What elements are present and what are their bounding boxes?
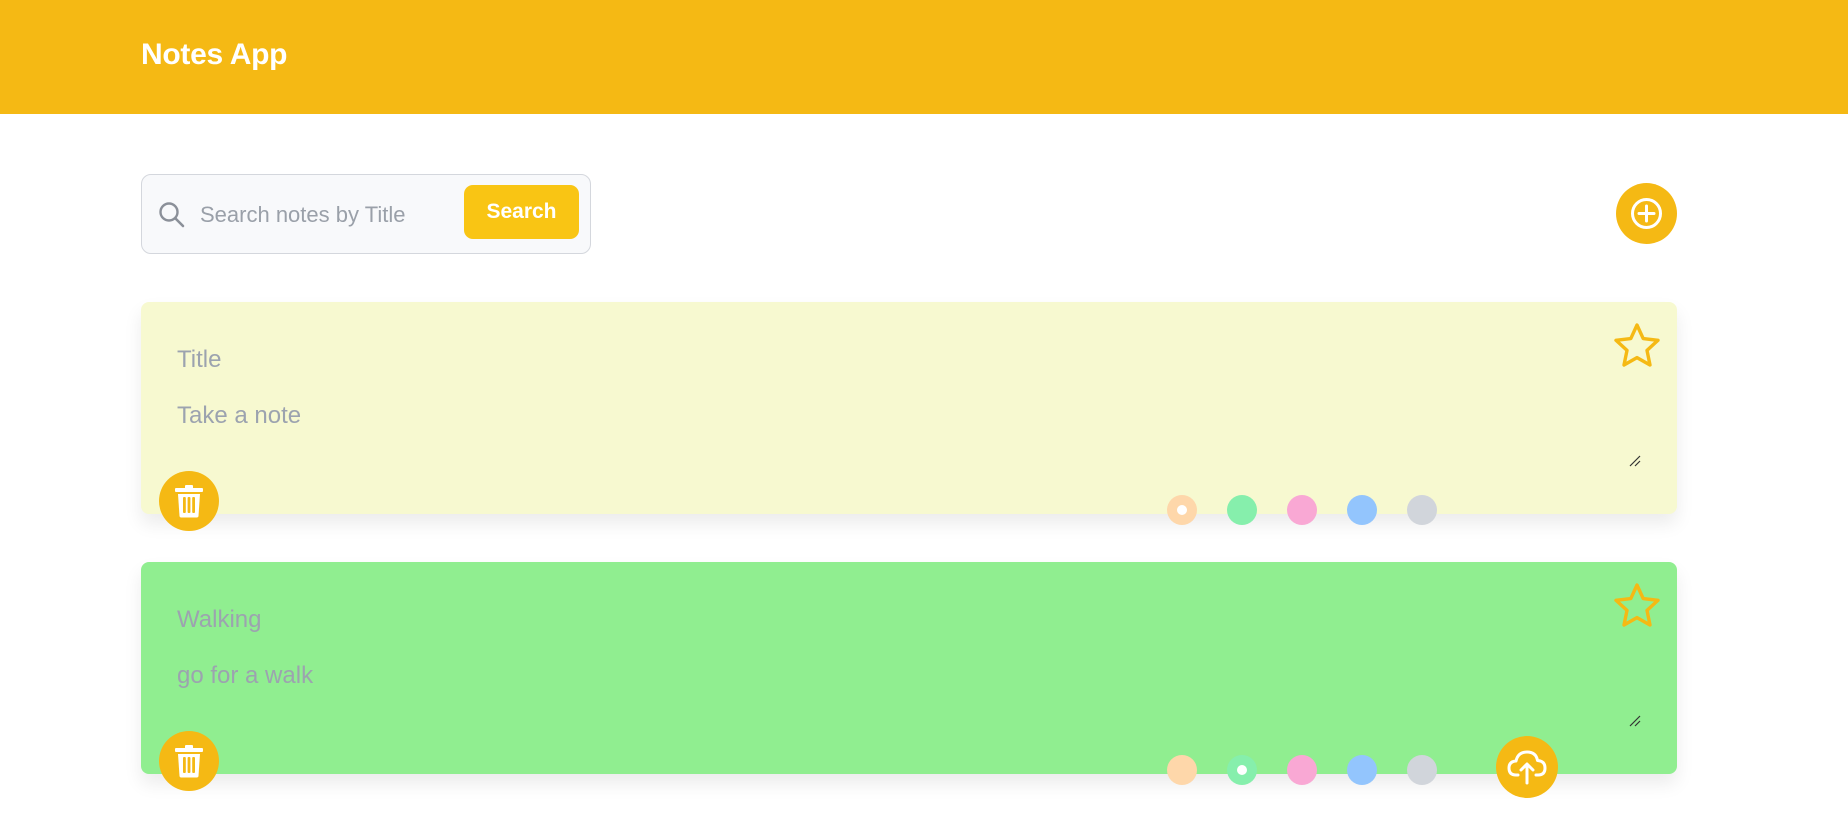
app-header: Notes App: [0, 0, 1848, 114]
selected-dot: [1237, 765, 1247, 775]
delete-note-button[interactable]: [159, 471, 219, 531]
color-swatch-pink[interactable]: [1287, 755, 1317, 785]
add-note-button[interactable]: [1616, 183, 1677, 244]
delete-note-button[interactable]: [159, 731, 219, 791]
upload-note-button[interactable]: [1496, 736, 1558, 798]
color-swatch-orange[interactable]: [1167, 495, 1197, 525]
search-bar: Search: [141, 174, 591, 254]
note-title-input[interactable]: [177, 342, 1477, 378]
note-card: [141, 302, 1677, 531]
color-swatch-gray[interactable]: [1407, 495, 1437, 525]
star-icon: [1611, 583, 1663, 635]
resize-grip-icon[interactable]: [1628, 454, 1642, 468]
note-title-input[interactable]: [177, 602, 1477, 638]
color-swatch-pink[interactable]: [1287, 495, 1317, 525]
favorite-button[interactable]: [1611, 320, 1663, 372]
note-card: [141, 562, 1677, 798]
search-icon: [156, 199, 188, 231]
favorite-button[interactable]: [1611, 580, 1663, 632]
note-body-textarea[interactable]: [177, 402, 1652, 470]
resize-grip-icon[interactable]: [1628, 714, 1642, 728]
color-swatch-green[interactable]: [1227, 495, 1257, 525]
search-input[interactable]: [200, 195, 470, 235]
search-button[interactable]: Search: [464, 185, 579, 239]
color-swatch-green[interactable]: [1227, 755, 1257, 785]
app-title: Notes App: [141, 38, 288, 71]
color-swatch-blue[interactable]: [1347, 495, 1377, 525]
color-swatch-orange[interactable]: [1167, 755, 1197, 785]
star-icon: [1611, 323, 1663, 375]
color-swatch-blue[interactable]: [1347, 755, 1377, 785]
color-swatch-gray[interactable]: [1407, 755, 1437, 785]
selected-dot: [1177, 505, 1187, 515]
note-body-textarea[interactable]: [177, 662, 1652, 730]
